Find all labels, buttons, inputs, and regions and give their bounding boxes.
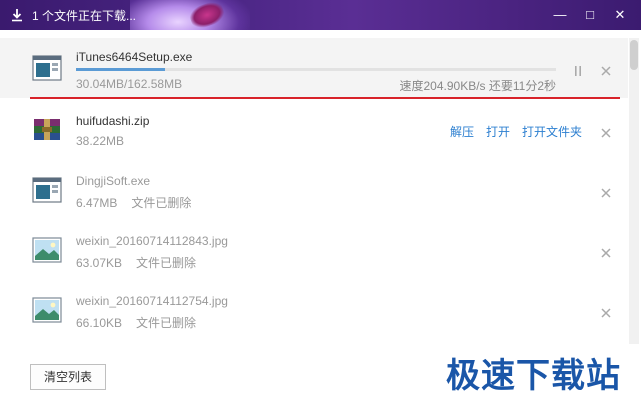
remove-item-icon[interactable] [600, 187, 612, 199]
window-title: 1 个文件正在下载... [32, 9, 137, 23]
remove-item-icon[interactable] [600, 307, 612, 319]
extract-link[interactable]: 解压 [450, 125, 474, 139]
exe-file-icon [32, 55, 62, 81]
download-item[interactable]: DingjiSoft.exe 6.47MB 文件已删除 [0, 166, 628, 226]
file-status: 文件已删除 [136, 256, 197, 270]
file-name: iTunes6464Setup.exe [76, 50, 193, 64]
scrollbar[interactable] [629, 38, 639, 344]
download-item[interactable]: iTunes6464Setup.exe 30.04MB/162.58MB 速度2… [0, 38, 628, 98]
pause-icon[interactable] [572, 65, 584, 77]
clear-list-button[interactable]: 清空列表 [30, 364, 106, 390]
close-button[interactable]: ✕ [611, 6, 629, 24]
progress-fill [76, 68, 165, 71]
file-status: 文件已删除 [136, 316, 197, 330]
zip-archive-icon [34, 119, 60, 140]
file-size: 30.04MB/162.58MB [76, 77, 183, 91]
download-item[interactable]: weixin_20160714112754.jpg 66.10KB 文件已删除 [0, 286, 628, 346]
remove-item-icon[interactable] [600, 247, 612, 259]
download-item[interactable]: weixin_20160714112843.jpg 63.07KB 文件已删除 [0, 226, 628, 286]
active-item-divider [30, 97, 620, 99]
file-name: huifudashi.zip [76, 114, 150, 128]
file-size: 38.22MB [76, 134, 125, 148]
scrollbar-thumb[interactable] [630, 40, 638, 70]
open-link[interactable]: 打开 [486, 125, 510, 139]
site-watermark: 极速下载站 [446, 356, 621, 396]
image-file-icon [32, 237, 62, 263]
download-icon [12, 9, 22, 22]
title-bar: 1 个文件正在下载... — □ ✕ [0, 0, 641, 30]
open-folder-link[interactable]: 打开文件夹 [522, 125, 582, 139]
file-size: 6.47MB [76, 196, 118, 210]
remove-item-icon[interactable] [600, 65, 612, 77]
file-name: weixin_20160714112843.jpg [76, 234, 228, 248]
file-meta: 6.47MB 文件已删除 [76, 194, 191, 211]
exe-file-icon [32, 177, 62, 203]
progress-bar [76, 68, 556, 71]
image-file-icon [32, 297, 62, 323]
file-size: 66.10KB [76, 316, 123, 330]
remove-item-icon[interactable] [600, 127, 612, 139]
file-actions: 解压 打开 打开文件夹 [438, 123, 582, 140]
file-meta: 63.07KB 文件已删除 [76, 254, 196, 271]
download-item[interactable]: huifudashi.zip 38.22MB 解压 打开 打开文件夹 [0, 106, 628, 166]
maximize-button[interactable]: □ [581, 6, 599, 24]
file-size: 63.07KB [76, 256, 123, 270]
file-name: weixin_20160714112754.jpg [76, 294, 228, 308]
minimize-button[interactable]: — [551, 6, 569, 24]
file-meta: 66.10KB 文件已删除 [76, 314, 196, 331]
download-speed: 速度204.90KB/s 还要11分2秒 [399, 79, 556, 93]
file-name: DingjiSoft.exe [76, 174, 151, 188]
file-status: 文件已删除 [131, 196, 192, 210]
